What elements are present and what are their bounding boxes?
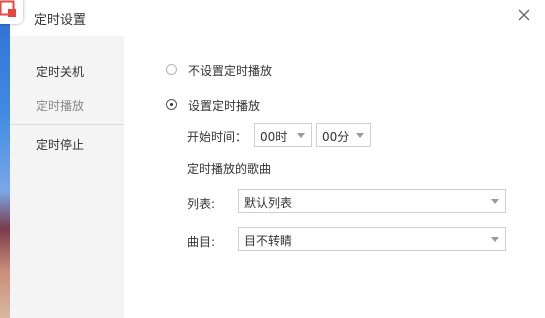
dialog-header: 定时设置 <box>10 0 545 36</box>
dialog-title: 定时设置 <box>34 13 87 28</box>
track-label: 曲目: <box>187 235 216 249</box>
sidebar-item-shutdown-timer[interactable]: 定时关机 <box>10 54 124 90</box>
minute-value: 00分 <box>322 130 350 144</box>
app-logo-icon <box>0 0 16 17</box>
sidebar-item-label: 定时停止 <box>36 138 85 152</box>
sidebar-divider <box>10 124 124 125</box>
track-select[interactable]: 目不转睛 <box>238 227 506 251</box>
sidebar: 定时关机 定时播放 定时停止 <box>10 36 124 318</box>
sidebar-item-label: 定时播放 <box>36 99 85 113</box>
settings-content: 不设置定时播放 设置定时播放 开始时间： 00时 00分 定时播放的歌曲 列表:… <box>124 36 545 318</box>
radio-label: 不设置定时播放 <box>188 64 273 78</box>
chevron-down-icon <box>491 199 499 204</box>
hour-select[interactable]: 00时 <box>254 123 312 147</box>
track-value: 目不转睛 <box>244 234 293 248</box>
sidebar-item-label: 定时关机 <box>36 65 85 79</box>
playlist-select[interactable]: 默认列表 <box>238 189 506 213</box>
app-icon <box>0 0 23 24</box>
start-time-label: 开始时间： <box>187 130 248 144</box>
hour-value: 00时 <box>260 130 288 144</box>
minute-select[interactable]: 00分 <box>316 123 371 147</box>
playlist-value: 默认列表 <box>244 196 293 210</box>
sidebar-item-play-timer[interactable]: 定时播放 <box>10 88 124 124</box>
chevron-down-icon <box>356 133 364 138</box>
chevron-down-icon <box>297 133 305 138</box>
sidebar-item-stop-timer[interactable]: 定时停止 <box>10 127 124 163</box>
playlist-label: 列表: <box>187 197 216 211</box>
chevron-down-icon <box>491 237 499 242</box>
close-icon[interactable] <box>516 7 532 23</box>
radio-label: 设置定时播放 <box>188 99 261 113</box>
timer-settings-dialog: 定时设置 定时关机 定时播放 定时停止 不设置定时播放 设置定时播放 开始时间：… <box>10 0 545 318</box>
radio-circle-icon[interactable] <box>166 64 177 75</box>
songs-section-heading: 定时播放的歌曲 <box>187 162 272 176</box>
radio-selected-icon[interactable] <box>166 99 177 110</box>
